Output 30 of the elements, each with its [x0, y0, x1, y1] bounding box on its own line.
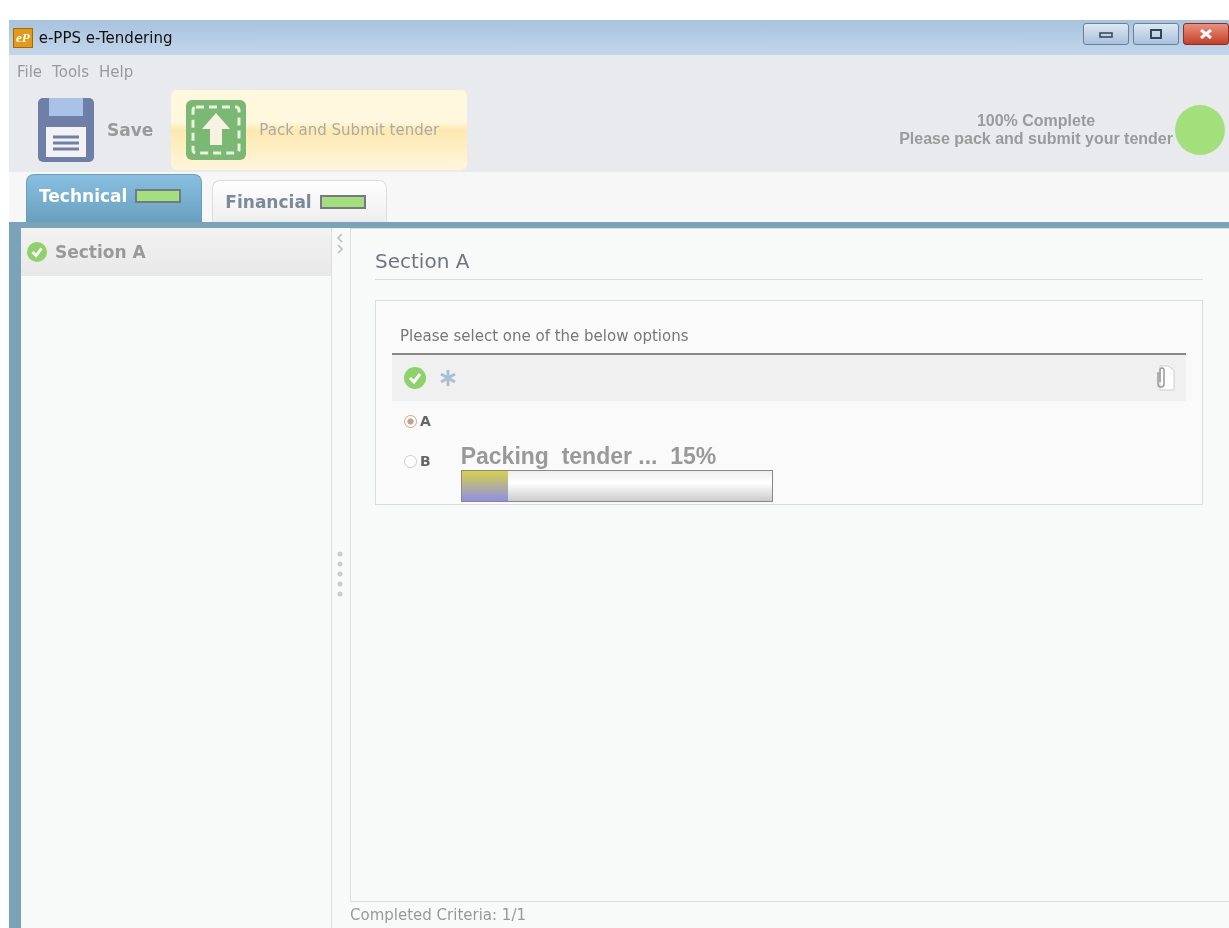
- asterisk-icon[interactable]: [438, 368, 458, 388]
- maximize-button[interactable]: [1133, 23, 1179, 45]
- section-title: Section A: [375, 249, 1203, 280]
- app-logo: eP: [13, 27, 33, 48]
- submit-button[interactable]: Pack and Submit tender: [171, 90, 468, 170]
- window-title: e-PPS e-Tendering: [38, 28, 173, 47]
- collapse-arrows-icon[interactable]: [336, 232, 344, 254]
- completion-meter: [135, 188, 182, 203]
- radio-option[interactable]: B: [404, 441, 431, 469]
- check-icon: [404, 367, 426, 389]
- check-icon: [27, 242, 47, 262]
- sidebar-item[interactable]: Section A: [21, 228, 331, 276]
- minimize-button[interactable]: [1083, 23, 1129, 45]
- minimize-icon: [1099, 30, 1113, 38]
- splitter-grip-icon[interactable]: [337, 550, 343, 598]
- tab[interactable]: Financial: [212, 180, 387, 222]
- progress-text: Packing tender ... 15%: [460, 443, 718, 470]
- completion-status: 100% Complete: [976, 112, 1096, 130]
- save-button[interactable]: Save: [29, 90, 164, 170]
- maximize-icon: [1149, 29, 1163, 39]
- menu-item[interactable]: File: [17, 62, 43, 81]
- completion-meter: [319, 194, 366, 209]
- close-icon: [1199, 29, 1213, 39]
- completed-criteria-text: Completed Criteria: 1/1: [350, 905, 527, 926]
- menu-item[interactable]: Tools: [52, 62, 90, 81]
- status-message: Please pack and submit your tender: [899, 130, 1173, 148]
- tab[interactable]: Technical: [26, 174, 203, 222]
- radio-option[interactable]: A: [404, 401, 431, 429]
- close-button[interactable]: [1183, 23, 1229, 45]
- menu-item[interactable]: Help: [99, 62, 134, 81]
